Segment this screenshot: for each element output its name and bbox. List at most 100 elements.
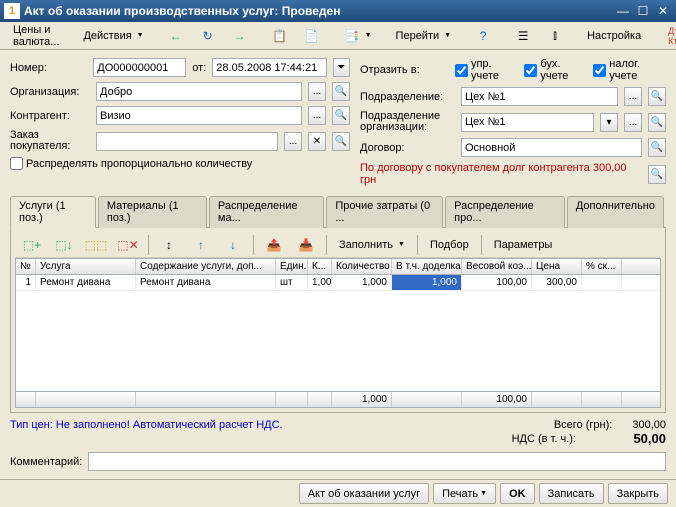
proportional-checkbox[interactable]: Распределять пропорционально количеству [10,157,252,170]
date-input[interactable]: 28.05.2008 17:44:21 [212,58,326,77]
refresh-icon[interactable]: ↻ [193,25,223,47]
dept-org-dd-icon[interactable]: ▾ [600,113,618,132]
tab-materials[interactable]: Материалы (1 поз.) [98,196,207,228]
tree-icon[interactable]: ⫾ [540,25,570,47]
act-button[interactable]: Акт об оказании услуг [299,483,429,504]
dogovor-input[interactable]: Основной [461,138,642,157]
copy-row-icon[interactable]: ⬚⬚ [81,234,111,256]
dept-org-select-icon[interactable]: ... [624,113,642,132]
settings-button[interactable]: Настройка [580,25,648,47]
close-button[interactable]: ✕ [654,3,672,19]
grid-toolbar: ⬚+ ⬚↓ ⬚⬚ ⬚✕ ↕ ↑ ↓ 📤 📥 Заполнить▼ Подбор … [15,232,661,258]
nav-forward-icon[interactable]: → [225,25,255,47]
org-input[interactable]: Добро [96,82,302,101]
contr-input[interactable]: Визио [96,106,302,125]
selected-cell[interactable]: 1,000 [392,275,462,290]
col-unit[interactable]: Един... [276,259,308,274]
prices-button[interactable]: Цены и валюта... [6,25,66,47]
col-price[interactable]: Цена [532,259,582,274]
total-label: Всего (грн): [554,419,613,431]
dept-label: Подразделение: [360,91,455,103]
export-icon[interactable]: 📤 [259,234,289,256]
reflect-label: Отразить в: [360,64,449,76]
minimize-button[interactable]: — [614,3,632,19]
dept-open-icon[interactable]: 🔍 [648,87,666,106]
cancel-post-icon[interactable]: 📄 [297,25,327,47]
col-k[interactable]: К... [308,259,332,274]
move-down-icon[interactable]: ↓ [218,234,248,256]
col-content[interactable]: Содержание услуги, доп... [136,259,276,274]
actions-button[interactable]: Действия▼ [76,25,150,47]
tab-dist-other[interactable]: Распределение про... [445,196,565,228]
grid-header: № Услуга Содержание услуги, доп... Един.… [16,259,660,275]
contr-label: Контрагент: [10,110,90,122]
nav-back-icon[interactable]: ← [161,25,191,47]
upr-checkbox[interactable]: упр. учете [455,58,518,82]
dept-org-open-icon[interactable]: 🔍 [648,113,666,132]
col-qty[interactable]: Количество [332,259,392,274]
tab-dist-mat[interactable]: Распределение ма... [209,196,324,228]
dept-input[interactable]: Цех №1 [461,87,618,106]
nalog-checkbox[interactable]: налог. учете [593,58,666,82]
sort-asc-icon[interactable]: ↕ [154,234,184,256]
col-service[interactable]: Услуга [36,259,136,274]
dept-select-icon[interactable]: ... [624,87,642,106]
table-row[interactable]: 1 Ремонт дивана Ремонт дивана шт 1,000 1… [16,275,660,291]
ok-button[interactable]: OK [500,483,535,504]
col-disc[interactable]: % ск... [582,259,622,274]
debt-text: По договору с покупателем долг контраген… [360,162,642,186]
tabs: Услуги (1 поз.) Материалы (1 поз.) Распр… [10,195,666,228]
tab-other[interactable]: Прочие затраты (0 ... [326,196,443,228]
org-label: Организация: [10,86,90,98]
total-value: 300,00 [632,419,666,431]
grid-footer: 1,000 100,00 [16,391,660,407]
add-row-icon[interactable]: ⬚+ [17,234,47,256]
contr-select-icon[interactable]: ... [308,106,326,125]
org-open-icon[interactable]: 🔍 [332,82,350,101]
order-select-icon[interactable]: ... [284,132,302,151]
org-select-icon[interactable]: ... [308,82,326,101]
delete-row-icon[interactable]: ⬚✕ [113,234,143,256]
order-open-icon[interactable]: 🔍 [332,132,350,151]
close-doc-button[interactable]: Закрыть [608,483,668,504]
dogovor-open-icon[interactable]: 🔍 [648,138,666,157]
move-up-icon[interactable]: ↑ [186,234,216,256]
col-weight[interactable]: Весовой коэ... [462,259,532,274]
contr-open-icon[interactable]: 🔍 [332,106,350,125]
price-info: Тип цен: Не заполнено! Автоматический ра… [10,419,283,431]
dogovor-label: Договор: [360,142,455,154]
post-icon[interactable]: 📋 [265,25,295,47]
insert-row-icon[interactable]: ⬚↓ [49,234,79,256]
select-button[interactable]: Подбор [423,234,476,256]
import-icon[interactable]: 📥 [291,234,321,256]
bottom-bar: Акт об оказании услуг Печать▼ OK Записат… [0,479,676,507]
titlebar: 1 Акт об оказании производственных услуг… [0,0,676,22]
save-button[interactable]: Записать [539,483,604,504]
buh-checkbox[interactable]: бух. учете [524,58,587,82]
params-button[interactable]: Параметры [487,234,560,256]
number-input[interactable]: ДО000000001 [93,58,186,77]
order-clear-icon[interactable]: ✕ [308,132,326,151]
goto-button[interactable]: Перейти▼ [389,25,459,47]
tab-additional[interactable]: Дополнительно [567,196,664,228]
list-icon[interactable]: ☰ [508,25,538,47]
col-rework[interactable]: В т.ч. доделка [392,259,462,274]
fill-button[interactable]: Заполнить▼ [332,234,412,256]
dk-icon[interactable]: ДтКт [658,25,676,47]
col-num[interactable]: № [16,259,36,274]
basedon-icon[interactable]: 📑▼ [337,25,379,47]
services-grid[interactable]: № Услуга Содержание услуги, доп... Един.… [15,258,661,408]
order-label: Заказ покупателя: [10,130,90,152]
date-picker-icon[interactable]: ⏷ [333,58,350,77]
vat-value: 50,00 [586,431,666,446]
dept-org-input[interactable]: Цех №1 [461,113,594,132]
comment-input[interactable] [88,452,666,471]
tab-panel: ⬚+ ⬚↓ ⬚⬚ ⬚✕ ↕ ↑ ↓ 📤 📥 Заполнить▼ Подбор … [10,228,666,413]
debt-open-icon[interactable]: 🔍 [648,165,666,184]
maximize-button[interactable]: ☐ [634,3,652,19]
help-icon[interactable]: ? [468,25,498,47]
order-input[interactable] [96,132,278,151]
vat-label: НДС (в т. ч.): [512,433,576,445]
tab-services[interactable]: Услуги (1 поз.) [10,196,96,228]
print-button[interactable]: Печать▼ [433,483,496,504]
